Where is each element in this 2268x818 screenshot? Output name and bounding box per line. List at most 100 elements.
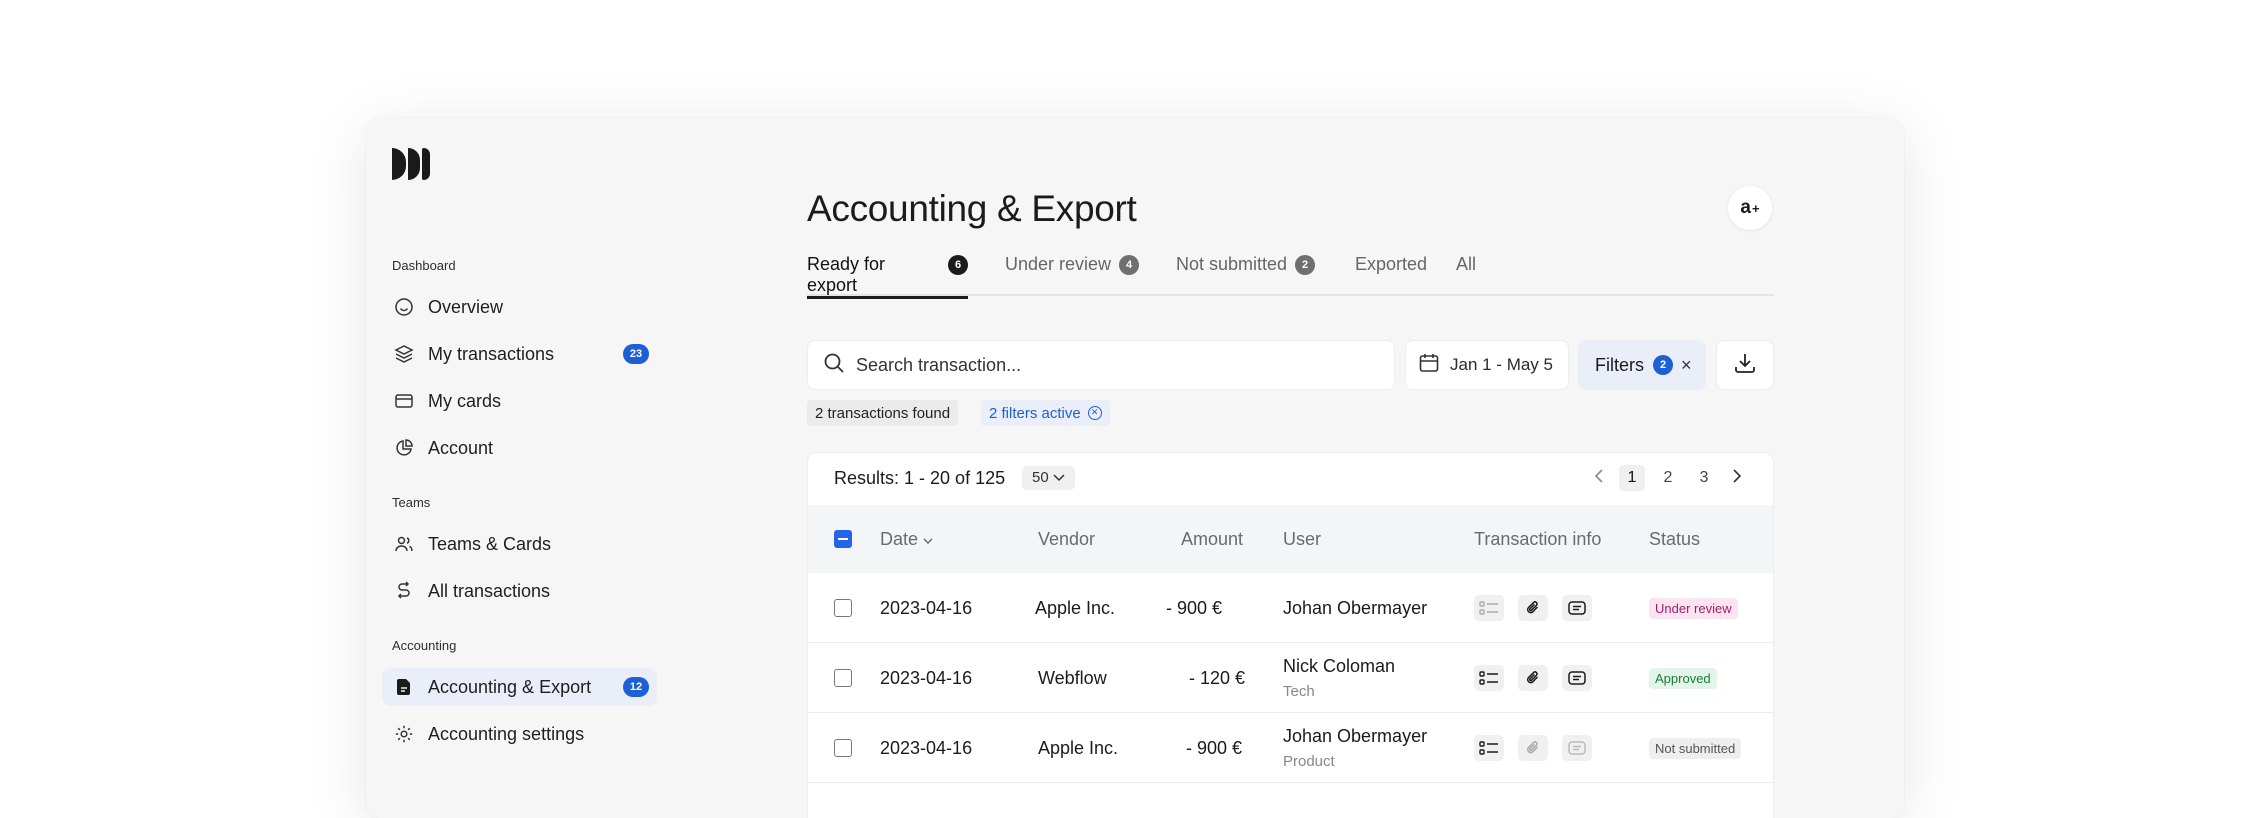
table-row[interactable]: 2023-04-16 Apple Inc. - 900 € Johan Ober… xyxy=(808,573,1773,643)
filters-button[interactable]: Filters 2 × xyxy=(1578,340,1706,390)
smile-icon xyxy=(394,297,414,317)
filters-active-chip[interactable]: 2 filters active ✕ xyxy=(981,400,1110,426)
pie-chart-icon xyxy=(394,438,414,458)
count-badge: 23 xyxy=(623,344,649,364)
transactions-found-chip: 2 transactions found xyxy=(807,400,959,426)
row-amount: - 900 € xyxy=(1186,737,1243,758)
note-icon[interactable] xyxy=(1562,665,1592,691)
transfer-icon xyxy=(394,581,414,601)
tab-not-submitted[interactable]: Not submitted 2 xyxy=(1176,250,1316,296)
sidebar-section-teams: Teams xyxy=(392,495,431,510)
sidebar-item-account[interactable]: Account xyxy=(382,429,657,467)
transaction-info-icons xyxy=(1474,665,1592,691)
sidebar-item-all-transactions[interactable]: All transactions xyxy=(382,572,657,610)
clear-filters-icon[interactable]: × xyxy=(1681,355,1692,376)
gear-icon xyxy=(394,724,414,744)
page-button[interactable]: 3 xyxy=(1691,465,1717,491)
sidebar-section-dashboard: Dashboard xyxy=(392,258,456,273)
tab-label: Exported xyxy=(1355,254,1428,274)
close-icon[interactable]: ✕ xyxy=(1087,406,1102,420)
sidebar-item-teams-cards[interactable]: Teams & Cards xyxy=(382,525,657,563)
row-vendor: Apple Inc. xyxy=(1035,597,1116,618)
search-input[interactable] xyxy=(856,354,1336,376)
note-icon[interactable] xyxy=(1562,595,1592,621)
tab-under-review[interactable]: Under review 4 xyxy=(1005,250,1140,296)
tab-exported[interactable]: Exported xyxy=(1355,250,1427,296)
table-row[interactable]: 2023-04-16 Webflow - 120 € Nick Coloman … xyxy=(808,643,1773,713)
details-icon[interactable] xyxy=(1474,595,1504,621)
details-icon[interactable] xyxy=(1474,735,1504,761)
page-button[interactable]: 2 xyxy=(1655,465,1681,491)
download-button[interactable] xyxy=(1716,340,1774,390)
sidebar-item-label: Accounting & Export xyxy=(428,676,592,697)
sidebar-item-label: Overview xyxy=(428,296,504,317)
filters-count-badge: 2 xyxy=(1653,355,1673,375)
tab-label: Not submitted xyxy=(1176,254,1288,274)
date-range-label: Jan 1 - May 5 xyxy=(1450,355,1553,374)
row-checkbox[interactable] xyxy=(834,739,852,757)
chevron-left-icon[interactable] xyxy=(1589,468,1609,488)
date-range-button[interactable]: Jan 1 - May 5 xyxy=(1405,340,1569,390)
status-badge: Not submitted xyxy=(1649,737,1742,759)
per-page-select[interactable]: 50 xyxy=(1022,466,1075,490)
tab-label: Ready for export xyxy=(807,254,886,295)
row-vendor: Apple Inc. xyxy=(1038,737,1119,758)
document-icon xyxy=(394,677,414,697)
layers-icon xyxy=(394,344,414,364)
attachment-icon[interactable] xyxy=(1518,595,1548,621)
pagination: 1 2 3 xyxy=(1589,465,1747,491)
sidebar-item-accounting-settings[interactable]: Accounting settings xyxy=(382,715,657,753)
page-title: Accounting & Export xyxy=(807,188,1137,229)
results-header: Results: 1 - 20 of 125 50 1 2 3 xyxy=(808,453,1773,505)
filters-label: Filters xyxy=(1595,354,1644,375)
row-checkbox[interactable] xyxy=(834,599,852,617)
table-row[interactable]: 2023-04-16 Apple Inc. - 900 € Johan Ober… xyxy=(808,713,1773,783)
chevron-right-icon[interactable] xyxy=(1727,468,1747,488)
count-badge: 12 xyxy=(623,677,649,697)
sidebar-item-overview[interactable]: Overview xyxy=(382,288,657,326)
sidebar-item-label: My transactions xyxy=(428,343,555,364)
sort-date-header[interactable]: Date xyxy=(880,529,933,550)
attachment-icon[interactable] xyxy=(1518,665,1548,691)
tab-count: 6 xyxy=(948,255,968,275)
row-user-department: Tech xyxy=(1283,683,1315,700)
status-badge: Approved xyxy=(1649,667,1717,689)
sidebar-section-accounting: Accounting xyxy=(392,638,457,653)
page-button[interactable]: 1 xyxy=(1619,465,1645,491)
column-header-amount: Amount xyxy=(1181,528,1244,549)
row-amount: - 120 € xyxy=(1189,667,1246,688)
column-header-info: Transaction info xyxy=(1474,528,1602,549)
sidebar-item-my-transactions[interactable]: My transactions 23 xyxy=(382,335,657,373)
row-user-department: Product xyxy=(1283,753,1335,770)
sidebar-item-label: Teams & Cards xyxy=(428,533,552,554)
row-user-name: Nick Coloman xyxy=(1283,656,1396,676)
details-icon[interactable] xyxy=(1474,665,1504,691)
tab-count: 4 xyxy=(1119,255,1140,275)
row-user-name: Johan Obermayer xyxy=(1283,726,1428,746)
transaction-info-icons xyxy=(1474,735,1592,761)
row-date: 2023-04-16 xyxy=(880,597,973,618)
status-tabs: Ready for export 6 Under review 4 Not su… xyxy=(807,250,1774,299)
tab-ready-for-export[interactable]: Ready for export 6 xyxy=(807,250,968,299)
transaction-info-icons xyxy=(1474,595,1592,621)
app-window: Dashboard Overview My transactions 23 My… xyxy=(366,118,1904,818)
results-table: Results: 1 - 20 of 125 50 1 2 3 Date Ven… xyxy=(807,452,1774,818)
row-vendor: Webflow xyxy=(1038,667,1107,688)
row-user-name: Johan Obermayer xyxy=(1283,597,1428,618)
sidebar-item-label: Accounting settings xyxy=(428,723,585,744)
brand-logo xyxy=(392,148,430,180)
results-summary: Results: 1 - 20 of 125 xyxy=(834,468,1006,488)
tab-all[interactable]: All xyxy=(1456,250,1476,296)
sidebar-item-accounting-export[interactable]: Accounting & Export 12 xyxy=(382,668,657,706)
note-icon[interactable] xyxy=(1562,735,1592,761)
row-user: Nick Coloman Tech xyxy=(1283,643,1395,713)
attachment-icon[interactable] xyxy=(1518,735,1548,761)
avatar[interactable]: a + xyxy=(1728,186,1772,230)
tab-label: Under review xyxy=(1005,254,1112,274)
select-all-checkbox[interactable] xyxy=(834,530,852,548)
tab-label: All xyxy=(1456,254,1477,274)
row-user: Johan Obermayer xyxy=(1283,573,1427,643)
sidebar-item-my-cards[interactable]: My cards xyxy=(382,382,657,420)
calendar-icon xyxy=(1418,352,1440,379)
row-checkbox[interactable] xyxy=(834,669,852,687)
